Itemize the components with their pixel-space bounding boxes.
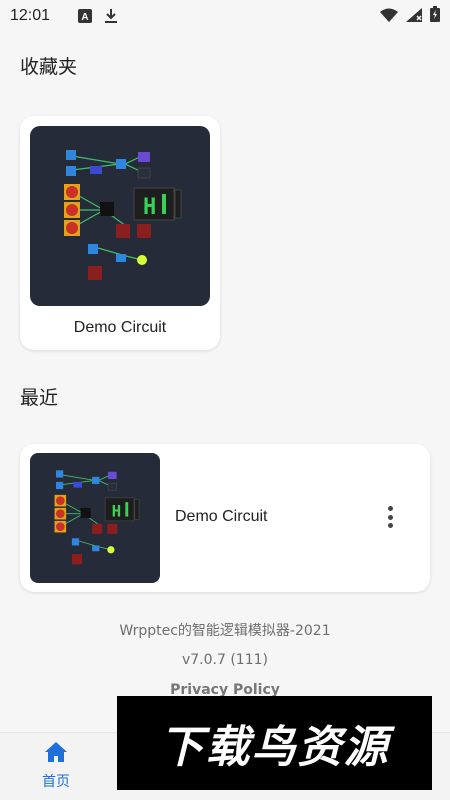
wifi-icon: [380, 7, 398, 26]
recent-title: 最近: [20, 387, 59, 409]
status-right: [380, 6, 440, 26]
svg-text:H: H: [143, 195, 156, 220]
battery-icon: [430, 6, 440, 26]
svg-text:A: A: [81, 12, 88, 23]
status-time: 12:01: [10, 7, 51, 24]
watermark-text: 下载鸟资源: [159, 722, 390, 773]
favorites-title: 收藏夹: [20, 56, 78, 78]
signal-icon: [406, 7, 422, 26]
home-icon: [44, 741, 68, 767]
nav-home-tab[interactable]: 首页: [20, 741, 92, 797]
recent-card[interactable]: H Demo Circuit: [20, 444, 430, 592]
more-options-icon[interactable]: [378, 502, 402, 532]
download-icon: [104, 8, 118, 24]
recent-card-name: Demo Circuit: [175, 508, 268, 525]
circuit-thumbnail: H: [30, 453, 160, 583]
svg-text:H: H: [112, 502, 122, 521]
app-info: Wrpptec的智能逻辑模拟器-2021: [119, 623, 331, 639]
version-text: v7.0.7 (111): [181, 652, 268, 668]
watermark: 下载鸟资源: [117, 696, 432, 790]
status-bar: 12:01 A: [0, 0, 450, 32]
favorite-card[interactable]: H Demo Circuit: [20, 116, 220, 350]
favorite-card-name: Demo Circuit: [73, 319, 167, 336]
circuit-thumbnail: H: [30, 126, 210, 306]
a-box-icon: A: [78, 9, 93, 23]
nav-home-label: 首页: [42, 774, 70, 790]
